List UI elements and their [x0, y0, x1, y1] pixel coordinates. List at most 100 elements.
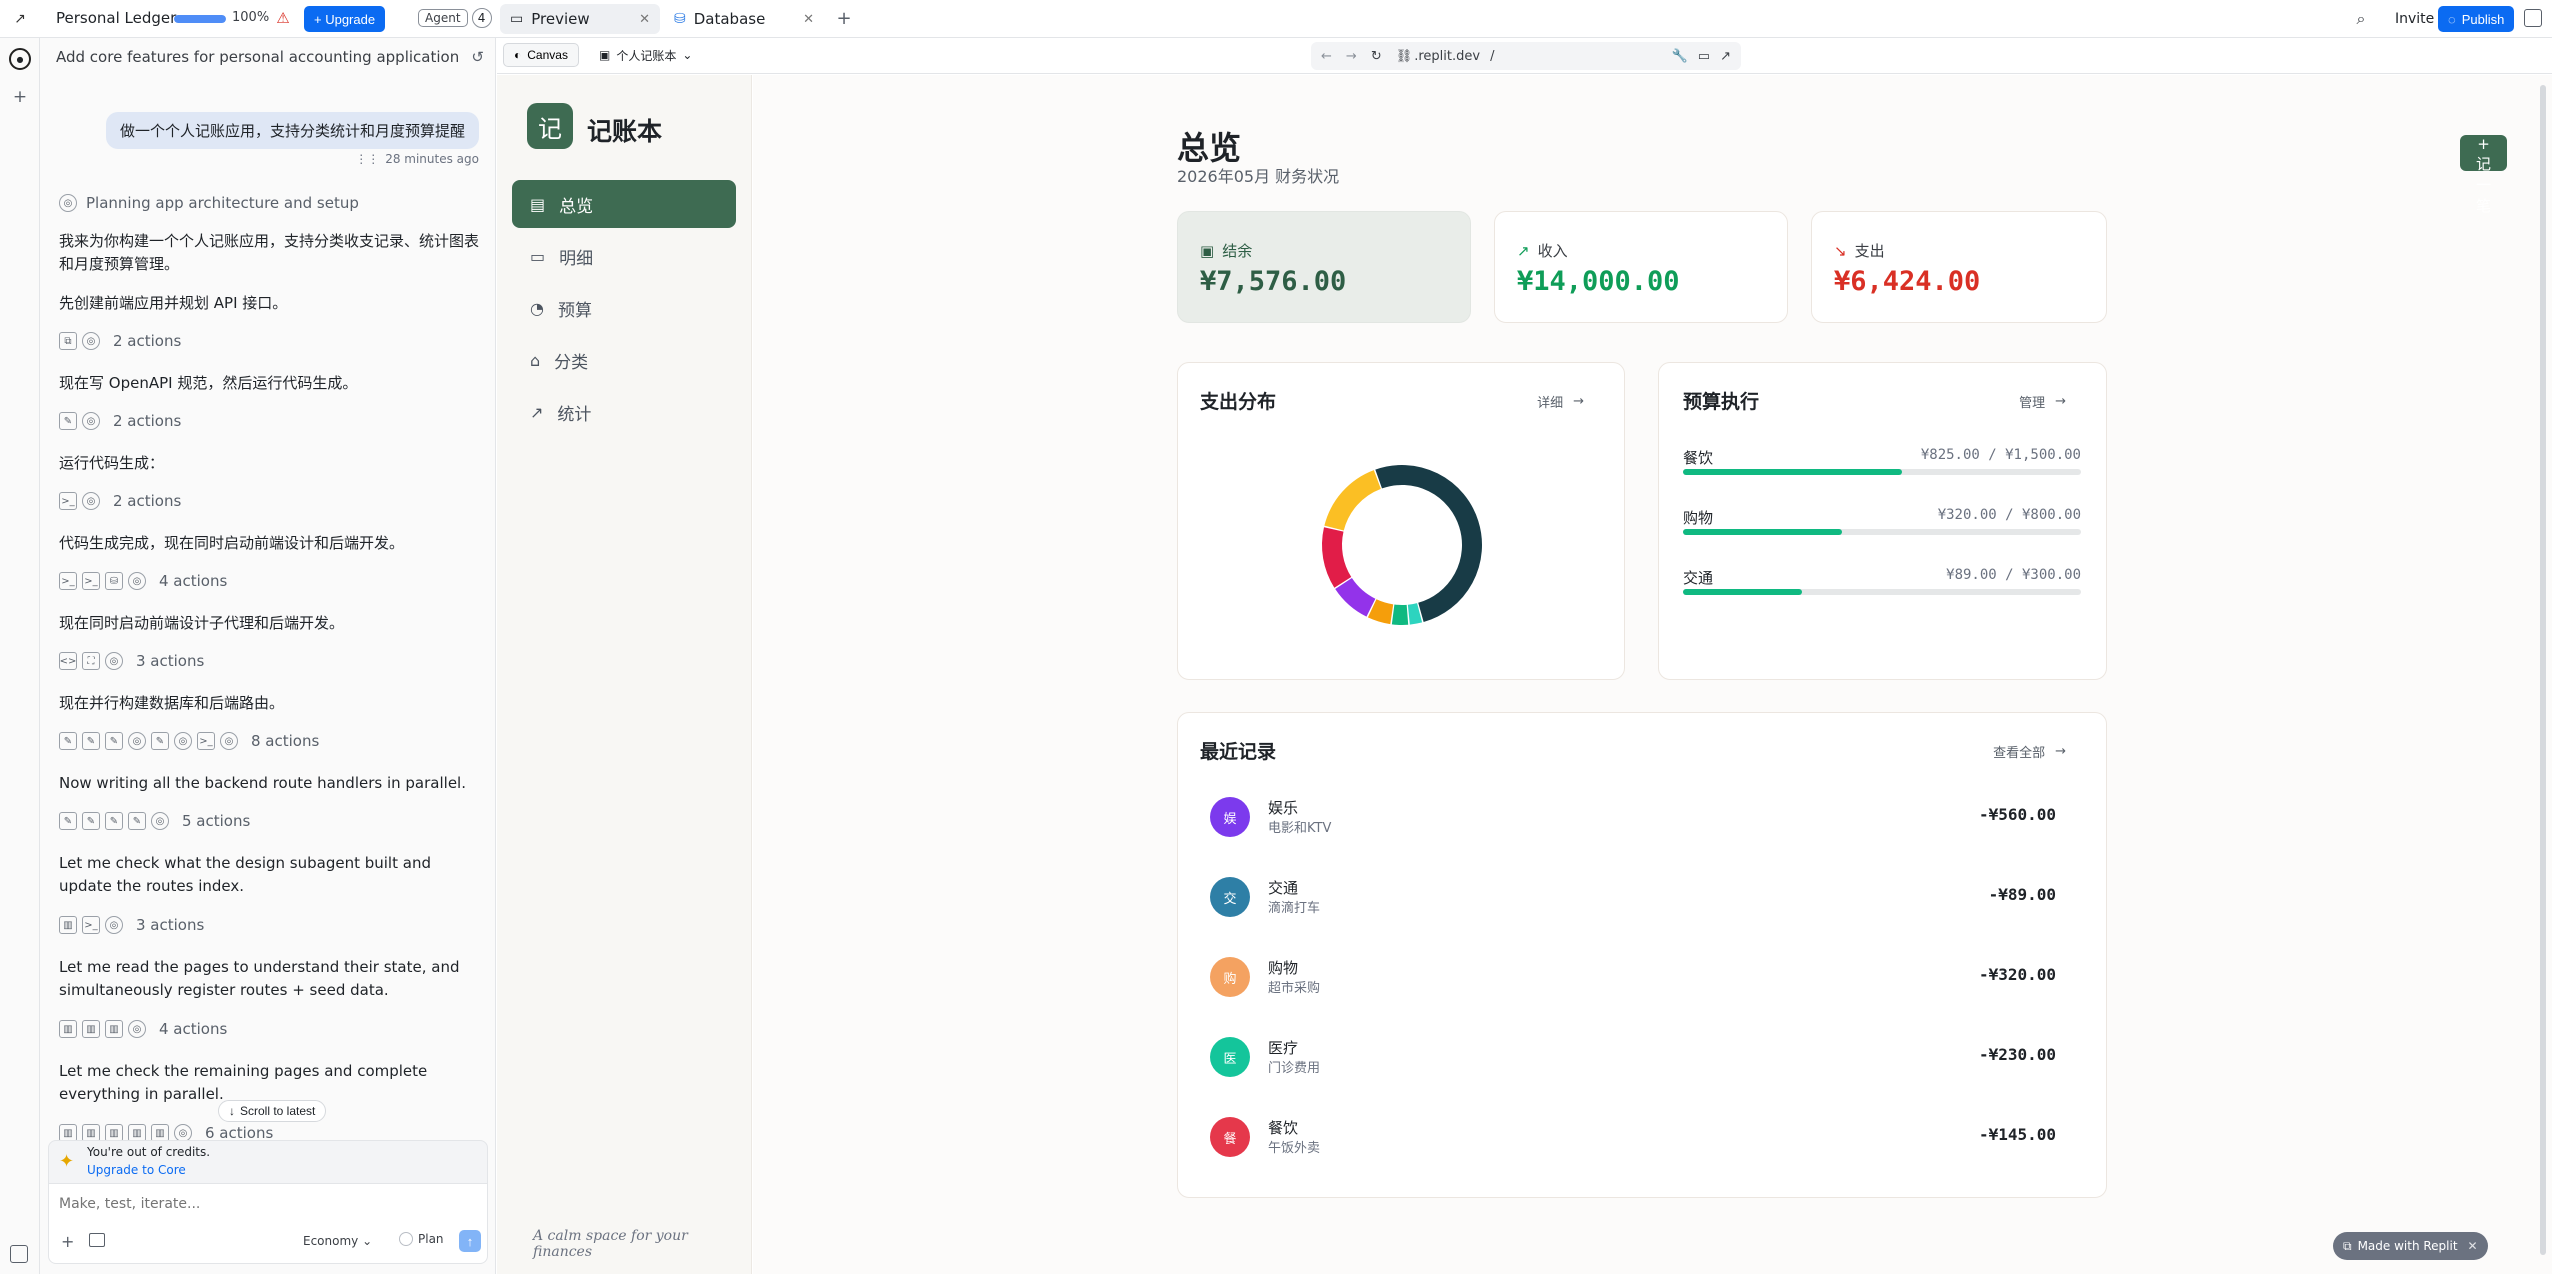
code-icon: <> [59, 652, 77, 670]
monitor-icon: ▭ [510, 11, 524, 27]
record-row[interactable]: 医 医疗 门诊费用 -¥230.00 [1200, 1027, 2068, 1087]
record-avatar: 购 [1210, 957, 1250, 997]
close-icon[interactable]: ✕ [639, 12, 650, 27]
manage-link-label: 管理 [2019, 396, 2046, 411]
distribution-detail-link[interactable]: 详细 → [1537, 392, 1584, 411]
search-icon[interactable]: ⌕ [2350, 8, 2372, 30]
thinking-icon: ◎ [128, 1020, 146, 1038]
sidebar-item-statistics[interactable]: ↗ 统计 [512, 388, 736, 436]
action-group[interactable]: ✎ ✎ ✎ ✎ ◎ 5 actions [59, 808, 250, 834]
agent-badge[interactable]: Agent 4 [418, 7, 492, 29]
new-item-icon[interactable]: + [11, 87, 29, 107]
action-group[interactable]: >_ ◎ 2 actions [59, 488, 181, 514]
expense-label: 支出 [1854, 242, 1885, 260]
plan-toggle[interactable]: Plan [399, 1232, 444, 1246]
donut-segment [1322, 527, 1352, 588]
main-scrollbar[interactable] [2540, 85, 2546, 1255]
agent-home-icon[interactable]: ● [9, 48, 31, 70]
record-row[interactable]: 购 购物 超市采购 -¥320.00 [1200, 947, 2068, 1007]
record-amount: -¥230.00 [1978, 1045, 2056, 1064]
action-count: 2 actions [113, 412, 182, 430]
upgrade-core-link[interactable]: Upgrade to Core [87, 1163, 186, 1177]
tab-preview-label: Preview [531, 10, 590, 28]
grip-icon: ⋮⋮ [355, 152, 380, 166]
url-bar[interactable]: ← → ↻ ⛓ .replit.dev / 🔧 ▭ ↗ [1311, 42, 1741, 70]
action-group[interactable]: >_ >_ ⛁ ◎ 4 actions [59, 568, 227, 594]
record-subtitle: 电影和KTV [1268, 821, 1332, 836]
agent-message: 我来为你构建一个个人记账应用，支持分类收支记录、统计图表和月度预算管理。 [59, 232, 480, 273]
layout-toggle-icon[interactable] [2524, 9, 2542, 27]
add-record-button[interactable]: + 记一笔 [2460, 135, 2507, 215]
attach-icon[interactable]: + [61, 1232, 74, 1251]
detail-link-label: 详细 [1537, 396, 1564, 411]
action-group[interactable]: ✎ ◎ 2 actions [59, 408, 181, 434]
left-rail: ● + [0, 38, 40, 1274]
sidebar-toggle-icon[interactable] [10, 1245, 28, 1263]
file-edit-icon: ✎ [59, 732, 77, 750]
canvas-button[interactable]: ◐ Canvas [503, 43, 579, 67]
agent-message: Now writing all the backend route handle… [59, 774, 466, 792]
record-row[interactable]: 娱 娱乐 电影和KTV -¥560.00 [1200, 787, 2068, 847]
budget-card: 预算执行 管理 → 餐饮 ¥825.00 / ¥1,500.00 购物 ¥320… [1658, 362, 2107, 680]
view-all-link[interactable]: 查看全部 → [1993, 742, 2066, 761]
open-external-icon[interactable]: ↗ [1720, 49, 1731, 64]
distribution-card: 支出分布 详细 → [1177, 362, 1625, 680]
history-icon[interactable]: ↺ [471, 48, 484, 66]
sidebar-item-overview[interactable]: ▤ 总览 [512, 180, 736, 228]
record-row[interactable]: 交 交通 滴滴打车 -¥89.00 [1200, 867, 2068, 927]
budget-row: 餐饮 ¥825.00 / ¥1,500.00 [1683, 447, 2081, 477]
planning-status[interactable]: ◎ Planning app architecture and setup [59, 190, 359, 216]
action-group[interactable]: ⧉ ◎ 2 actions [59, 328, 181, 354]
balance-value: ¥7,576.00 [1200, 266, 1347, 297]
action-group[interactable]: ▥ ▥ ▥ ◎ 4 actions [59, 1016, 227, 1042]
record-subtitle: 午饭外卖 [1268, 1141, 1321, 1156]
add-tab-icon[interactable]: + [834, 8, 854, 29]
sidebar-item-budget[interactable]: ◔ 预算 [512, 284, 736, 332]
action-count: 5 actions [182, 812, 251, 830]
action-group[interactable]: ✎ ✎ ✎ ◎ ✎ ◎ >_ ◎ 8 actions [59, 728, 319, 754]
record-avatar: 餐 [1210, 1117, 1250, 1157]
tab-database[interactable]: ⛁ Database ✕ [664, 4, 824, 34]
plan-toggle-switch [399, 1232, 413, 1246]
chat-input[interactable] [59, 1192, 479, 1216]
publish-button[interactable]: ◌ Publish [2438, 6, 2515, 32]
devtools-icon[interactable]: 🔧 [1672, 49, 1688, 64]
thinking-icon: ◎ [128, 732, 146, 750]
invite-button[interactable]: Invite [2384, 6, 2445, 32]
close-icon[interactable]: ✕ [2468, 1239, 2478, 1253]
image-upload-icon[interactable] [89, 1233, 105, 1247]
warning-icon[interactable]: ⚠ [274, 9, 292, 27]
replit-menu-icon[interactable]: ↗ [12, 11, 28, 27]
record-avatar: 娱 [1210, 797, 1250, 837]
sidebar-item-categories[interactable]: ⌂ 分类 [512, 336, 736, 384]
devices-icon[interactable]: ▭ [1698, 49, 1710, 64]
app-main: 总览 2026年05月 财务状况 + 记一笔 ▣ 结余 ¥7,576.00 ↗ … [753, 75, 2552, 1274]
sparkle-icon: ✦ [59, 1151, 75, 1172]
agent-message: 现在写 OpenAPI 规范，然后运行代码生成。 [59, 374, 358, 392]
project-name[interactable]: Personal Ledger [56, 9, 176, 27]
upgrade-button[interactable]: + Upgrade [304, 6, 386, 32]
user-message: 做一个个人记账应用，支持分类统计和月度预算提醒 [105, 112, 479, 149]
expense-label-row: ↘ 支出 [1834, 240, 1885, 261]
agent-message: 先创建前端应用并规划 API 接口。 [59, 294, 288, 312]
back-icon[interactable]: ← [1321, 49, 1332, 64]
record-row[interactable]: 餐 餐饮 午饭外卖 -¥145.00 [1200, 1107, 2068, 1167]
action-count: 3 actions [136, 652, 205, 670]
sidebar-item-details[interactable]: ▭ 明细 [512, 232, 736, 280]
close-icon[interactable]: ✕ [803, 12, 814, 27]
tab-preview[interactable]: ▭ Preview ✕ [500, 4, 660, 34]
action-group[interactable]: ▥ >_ ◎ 3 actions [59, 912, 204, 938]
app-logo[interactable]: 记 [527, 103, 573, 149]
budget-manage-link[interactable]: 管理 → [2019, 392, 2066, 411]
project-selector[interactable]: ▣ 个人记账本 ⌄ [589, 43, 702, 67]
scroll-to-latest-button[interactable]: ↓ Scroll to latest [218, 1100, 327, 1122]
reload-icon[interactable]: ↻ [1371, 49, 1382, 64]
made-with-replit-badge[interactable]: ⧉ Made with Replit ✕ [2333, 1232, 2488, 1260]
economy-selector[interactable]: Economy ⌄ [303, 1234, 372, 1248]
action-group[interactable]: <> ⛶ ◎ 3 actions [59, 648, 204, 674]
send-button[interactable]: ↑ [459, 1230, 481, 1252]
forward-icon[interactable]: → [1346, 49, 1357, 64]
app-sidebar: 记 记账本 ▤ 总览 ▭ 明细 ◔ 预算 ⌂ 分类 ↗ 统计 A calm sp… [497, 75, 752, 1274]
action-count: 4 actions [159, 1020, 228, 1038]
thinking-icon: ◎ [105, 916, 123, 934]
